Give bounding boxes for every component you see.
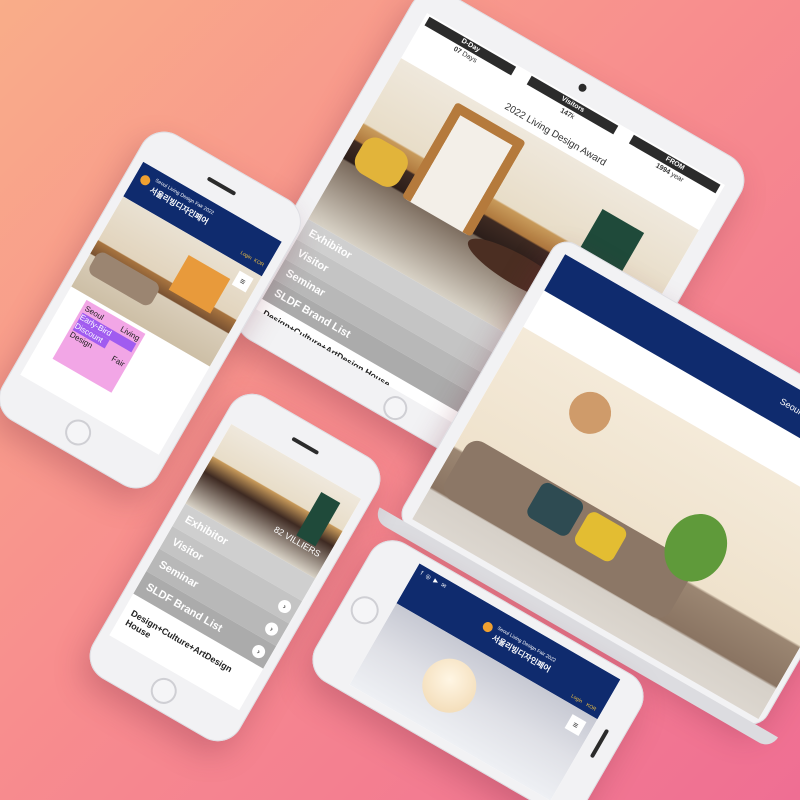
hamburger-icon[interactable]: ≡ (564, 714, 587, 736)
mail-icon[interactable]: ✉ (440, 582, 451, 592)
arrow-icon: › (262, 620, 281, 638)
poster-word-fair: Fair (109, 354, 127, 369)
yellow-chair (349, 132, 414, 192)
sofa (86, 249, 162, 309)
green-wall (296, 492, 341, 547)
laptop-site-name: Seoul Living Design Fair 2022 (778, 396, 800, 465)
login-link[interactable]: Login (570, 693, 584, 704)
pendant-lamp (412, 648, 487, 723)
arch-doorway (401, 101, 526, 237)
logo-icon (138, 173, 153, 188)
arrow-icon: › (249, 642, 268, 661)
orange-art (168, 254, 231, 314)
hamburger-icon[interactable]: ≡ (231, 270, 254, 293)
lang-link[interactable]: KOR (252, 258, 264, 269)
wall-clock (561, 384, 619, 442)
login-link[interactable]: Login (239, 250, 253, 261)
lang-link[interactable]: KOR (585, 702, 597, 713)
arrow-icon: › (275, 597, 294, 616)
logo-icon (480, 620, 495, 634)
